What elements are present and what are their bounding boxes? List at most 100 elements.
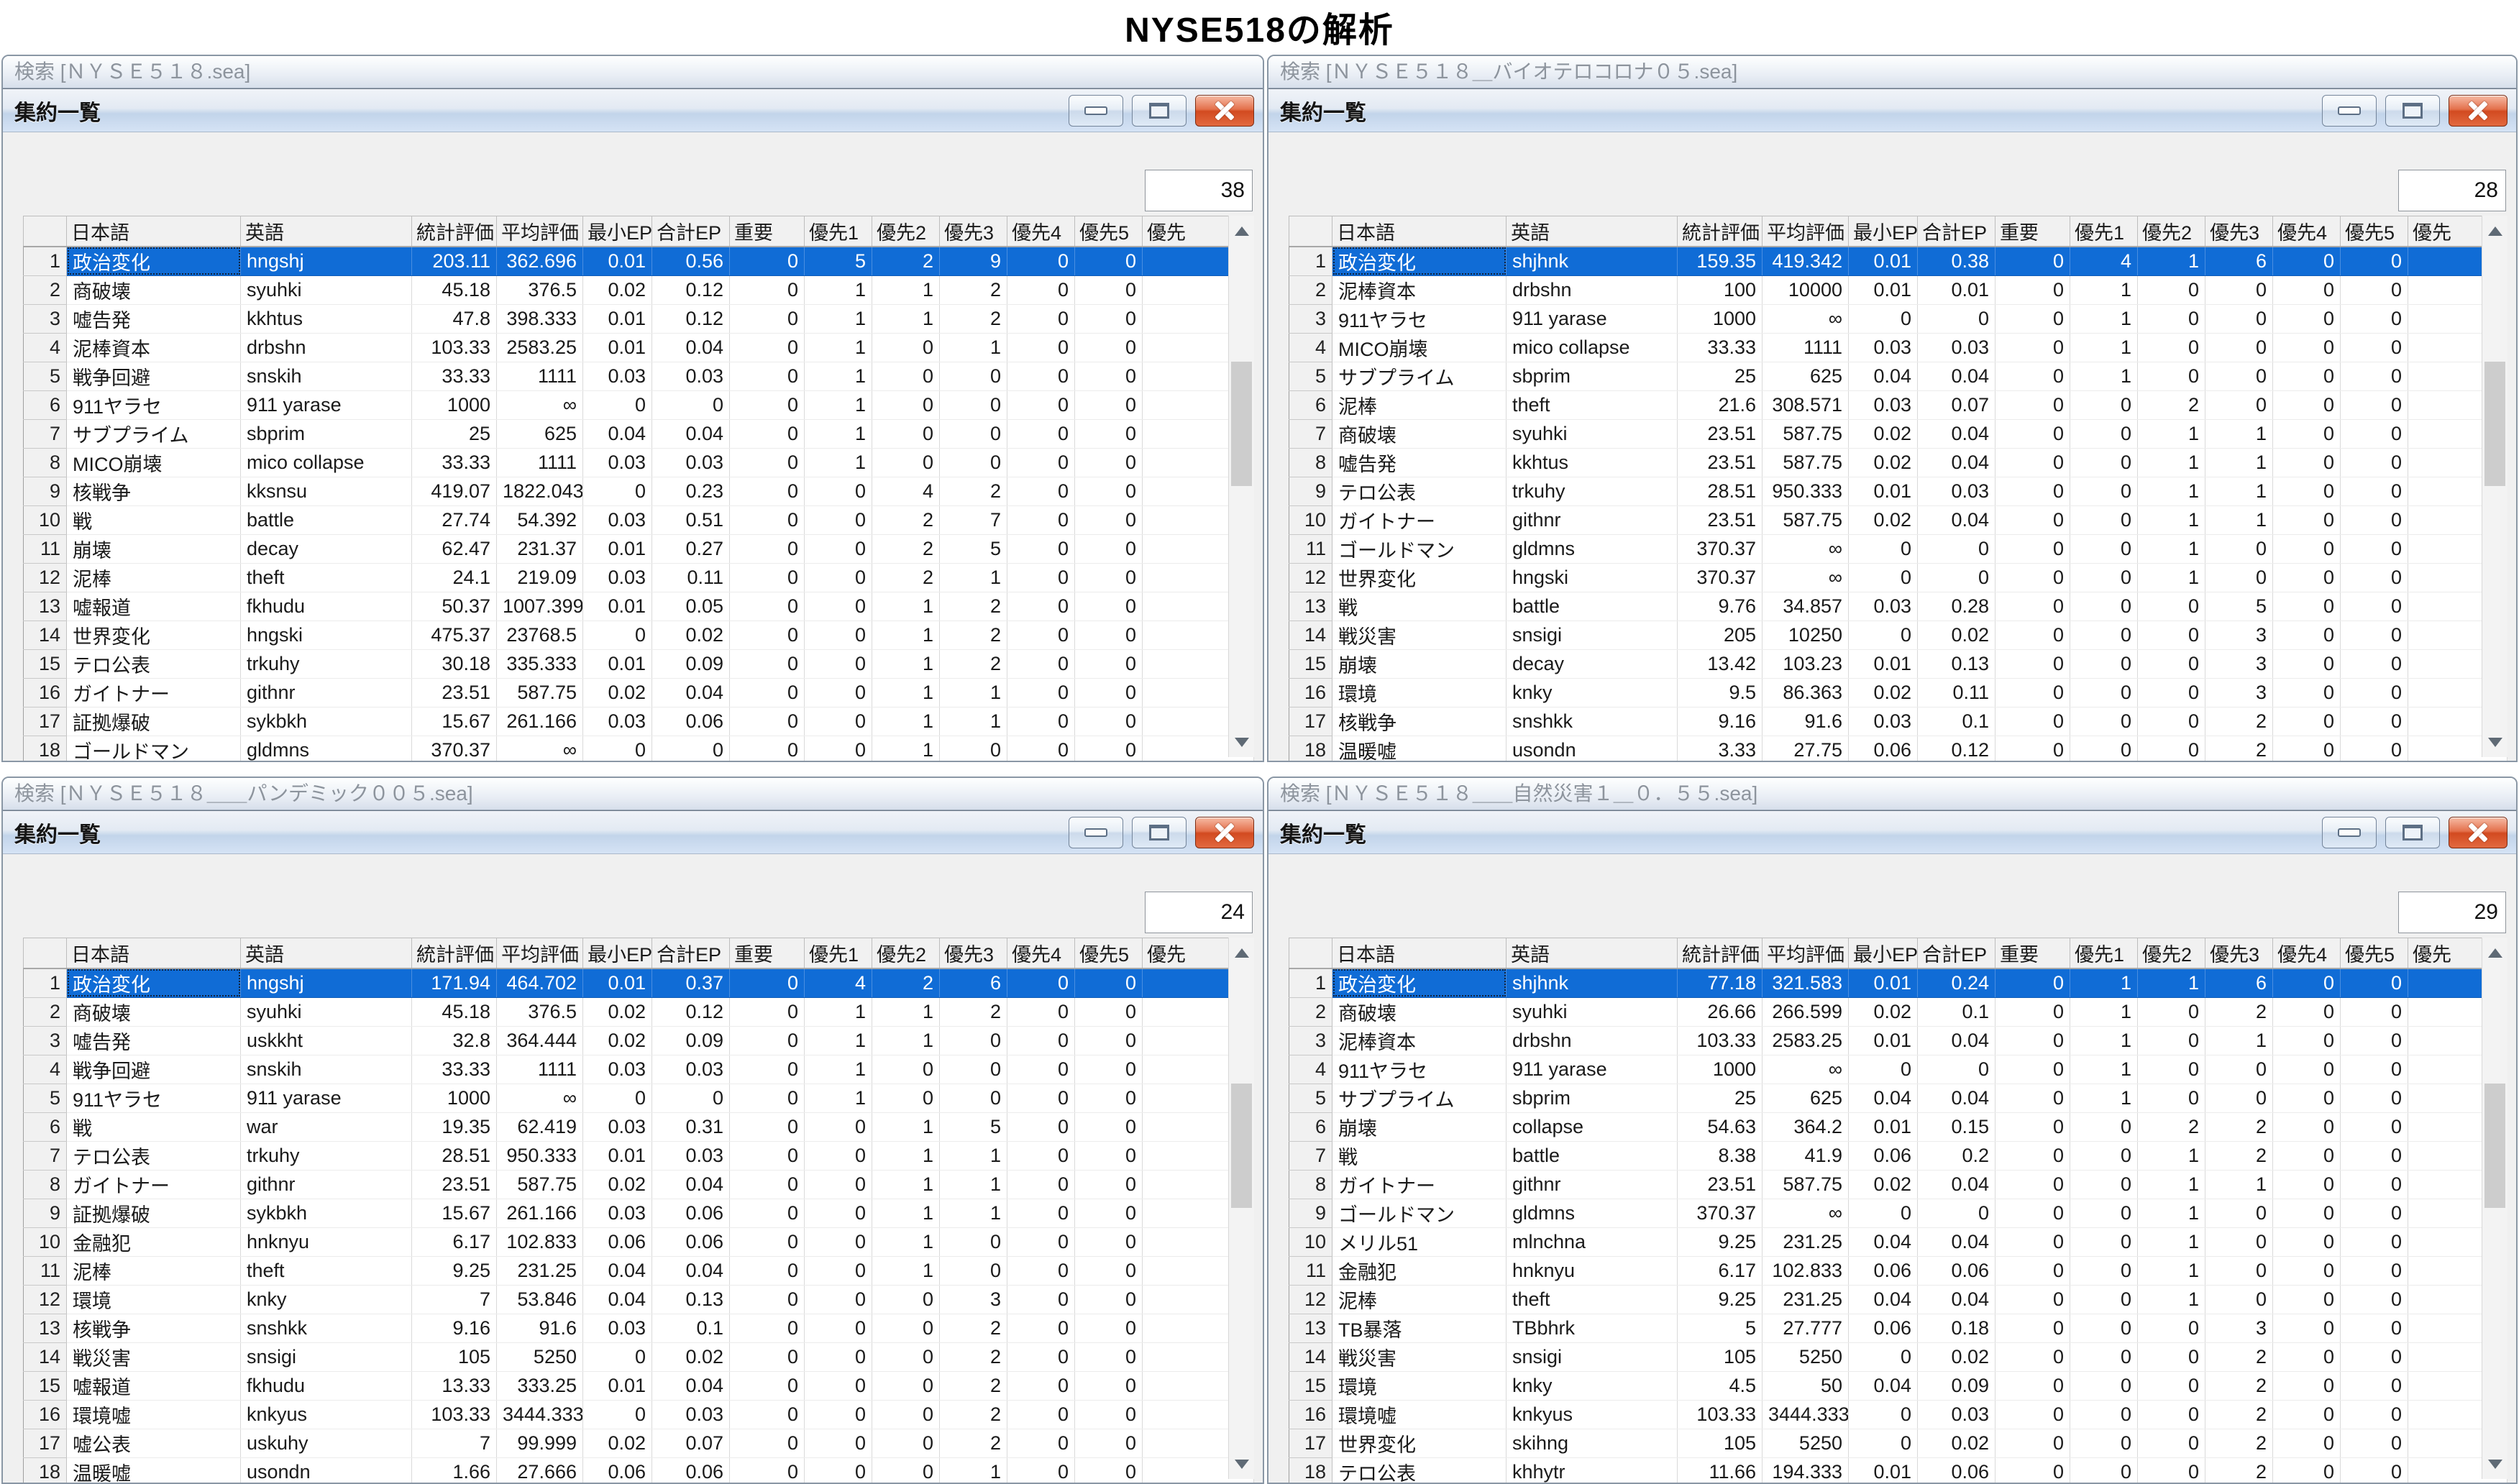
table-cell[interactable]: 625 <box>1762 1084 1849 1113</box>
table-cell[interactable]: 0 <box>2272 246 2341 276</box>
table-cell[interactable]: 1007.399 <box>496 592 583 621</box>
row-number-cell[interactable]: 9 <box>23 1199 67 1228</box>
minimize-button[interactable] <box>2322 94 2377 127</box>
table-cell[interactable]: sbprim <box>1506 362 1678 391</box>
table-cell[interactable]: 0.13 <box>652 1285 730 1314</box>
table-row[interactable]: 16 環境 knky 9.5 86.363 0.02 0.11 0 0 0 3 0 0 <box>1289 678 2507 707</box>
table-cell[interactable]: 0 <box>804 505 872 535</box>
table-cell[interactable]: 0 <box>2205 390 2273 420</box>
table-cell[interactable]: theft <box>240 1256 412 1286</box>
table-cell[interactable]: 0 <box>1007 1256 1075 1286</box>
table-cell[interactable]: 0 <box>804 1285 872 1314</box>
table-cell[interactable]: 2 <box>939 997 1007 1027</box>
table-cell[interactable]: 0 <box>939 1256 1007 1286</box>
row-number-cell[interactable]: 4 <box>1289 333 1332 362</box>
table-row[interactable]: 10 戦 battle 27.74 54.392 0.03 0.51 0 0 2 7 0 0 <box>23 505 1254 535</box>
table-cell[interactable]: 0 <box>1007 592 1075 621</box>
table-cell[interactable]: 911 yarase <box>240 1084 412 1113</box>
row-number-cell[interactable]: 2 <box>1289 275 1332 305</box>
table-row[interactable]: 4 戦争回避 snskih 33.33 1111 0.03 0.03 0 1 0 0 0 0 <box>23 1055 1254 1084</box>
table-cell[interactable]: 0 <box>872 1400 940 1429</box>
table-cell[interactable]: 1 <box>804 333 872 362</box>
table-cell[interactable]: 26.66 <box>1677 997 1763 1027</box>
table-cell[interactable]: テロ公表 <box>1332 477 1507 506</box>
table-cell[interactable]: trkuhy <box>240 649 412 679</box>
table-cell[interactable]: 0.01 <box>1917 275 1995 305</box>
table-row[interactable]: 17 証拠爆破 sykbkh 15.67 261.166 0.03 0.06 0 0 1 1 0 0 <box>23 707 1254 736</box>
table-cell[interactable]: 231.25 <box>496 1256 583 1286</box>
column-header[interactable]: 英語 <box>240 216 412 247</box>
table-cell[interactable]: 0 <box>1995 1285 2070 1314</box>
table-cell[interactable]: 1 <box>939 707 1007 736</box>
table-cell[interactable]: 911ヤラセ <box>1332 1055 1507 1084</box>
table-cell[interactable]: 0 <box>872 1055 940 1084</box>
scroll-down-button[interactable] <box>2482 727 2507 757</box>
table-cell[interactable]: 0 <box>1995 1314 2070 1343</box>
table-cell[interactable]: 0 <box>2070 1199 2138 1228</box>
table-cell[interactable]: 171.94 <box>411 968 497 998</box>
table-cell[interactable]: knky <box>240 1285 412 1314</box>
row-number-cell[interactable]: 1 <box>1289 968 1332 998</box>
table-cell[interactable]: 23.51 <box>411 1170 497 1199</box>
table-cell[interactable]: 核戦争 <box>1332 707 1507 736</box>
table-cell[interactable]: 温暖嘘 <box>1332 736 1507 761</box>
table-cell[interactable]: 0 <box>1995 592 2070 621</box>
table-cell[interactable]: 1 <box>2137 1141 2205 1171</box>
table-cell[interactable]: 0 <box>872 1457 940 1483</box>
table-cell[interactable]: 4.5 <box>1677 1371 1763 1401</box>
table-cell[interactable]: 政治変化 <box>1332 246 1507 276</box>
table-cell[interactable]: 0 <box>1848 304 1918 334</box>
table-cell[interactable]: 370.37 <box>1677 534 1763 564</box>
table-cell[interactable]: 32.8 <box>411 1026 497 1055</box>
table-cell[interactable]: 0 <box>1074 1400 1143 1429</box>
table-row[interactable]: 9 核戦争 kksnsu 419.07 1822.043 0 0.23 0 0 4 2 0 0 <box>23 477 1254 506</box>
table-cell[interactable]: 0.12 <box>1917 736 1995 761</box>
table-cell[interactable]: 0 <box>2070 1314 2138 1343</box>
table-cell[interactable]: 0.02 <box>582 1170 652 1199</box>
table-row[interactable]: 8 ガイトナー githnr 23.51 587.75 0.02 0.04 0 0 1 1 0 0 <box>1289 1170 2507 1199</box>
table-cell[interactable]: 0.02 <box>582 1026 652 1055</box>
table-cell[interactable]: 0 <box>2272 419 2341 449</box>
table-cell[interactable]: 0 <box>1007 1429 1075 1458</box>
table-cell[interactable]: 0 <box>1007 1084 1075 1113</box>
table-cell[interactable]: 戦争回避 <box>66 1055 241 1084</box>
table-cell[interactable]: 0 <box>1074 419 1143 449</box>
table-cell[interactable]: 0.06 <box>1848 1141 1918 1171</box>
table-cell[interactable]: 0 <box>1007 333 1075 362</box>
table-cell[interactable]: hngshj <box>240 246 412 276</box>
table-cell[interactable]: 0.02 <box>1917 620 1995 650</box>
table-cell[interactable]: 0.09 <box>652 649 730 679</box>
table-cell[interactable]: 2 <box>939 592 1007 621</box>
table-row[interactable]: 18 温暖嘘 usondn 3.33 27.75 0.06 0.12 0 0 0 2 0 0 <box>1289 736 2507 761</box>
row-number-cell[interactable]: 18 <box>1289 1457 1332 1483</box>
table-cell[interactable]: 0.1 <box>1917 707 1995 736</box>
table-cell[interactable]: 0 <box>939 448 1007 477</box>
table-cell[interactable]: 0 <box>2340 419 2408 449</box>
vertical-scrollbar[interactable] <box>2482 938 2507 1479</box>
row-number-cell[interactable]: 5 <box>23 362 67 391</box>
table-cell[interactable]: 0 <box>1995 1400 2070 1429</box>
table-cell[interactable]: 6 <box>939 968 1007 998</box>
vertical-scrollbar[interactable] <box>2482 216 2507 757</box>
table-cell[interactable]: 0 <box>2340 304 2408 334</box>
table-cell[interactable]: 0.1 <box>1917 997 1995 1027</box>
column-header[interactable]: 優先4 <box>2272 938 2341 969</box>
row-number-cell[interactable]: 13 <box>1289 1314 1332 1343</box>
table-cell[interactable]: 0 <box>1007 1170 1075 1199</box>
table-cell[interactable]: 0.01 <box>1848 649 1918 679</box>
table-cell[interactable]: 0 <box>804 534 872 564</box>
table-cell[interactable]: 0 <box>1007 736 1075 761</box>
table-cell[interactable]: 0 <box>1917 534 1995 564</box>
table-cell[interactable]: 0 <box>2137 1371 2205 1401</box>
row-number-cell[interactable]: 1 <box>23 246 67 276</box>
row-number-cell[interactable]: 7 <box>1289 1141 1332 1171</box>
row-number-cell[interactable]: 6 <box>1289 390 1332 420</box>
table-cell[interactable]: 1 <box>804 362 872 391</box>
table-cell[interactable]: 1 <box>872 678 940 707</box>
table-cell[interactable]: 0 <box>2137 997 2205 1027</box>
table-cell[interactable]: 1 <box>2137 419 2205 449</box>
table-cell[interactable]: 0 <box>2205 1199 2273 1228</box>
row-number-cell[interactable]: 9 <box>1289 477 1332 506</box>
table-cell[interactable]: 2 <box>2137 390 2205 420</box>
table-cell[interactable]: 0 <box>1007 1285 1075 1314</box>
